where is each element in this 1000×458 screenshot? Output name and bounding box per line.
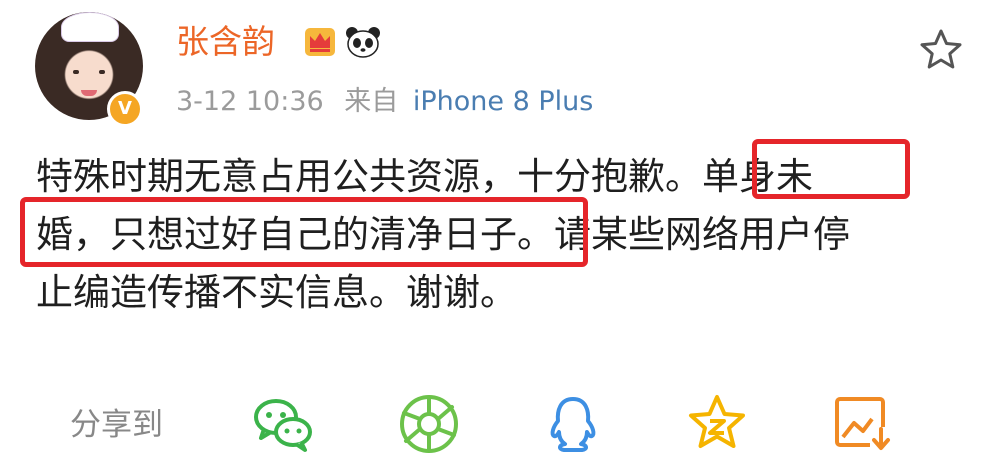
crown-icon [305,28,335,56]
moments-icon[interactable] [398,393,460,455]
avatar-eye-right [99,70,105,74]
save-image-icon[interactable] [832,393,894,455]
cat-hat-decoration [61,12,119,42]
star-icon[interactable] [918,27,964,73]
source-prefix: 来自 [344,86,399,117]
post-line: 止编造传播不实信息。谢谢。 [36,271,517,314]
panda-icon [346,27,380,58]
highlight-box [20,197,588,267]
avatar-eye-left [73,70,79,74]
share-label: 分享到 [70,407,163,443]
verified-badge: V [107,91,143,127]
avatar-mouth [81,90,97,96]
timestamp: 3-12 10:36 [176,86,324,117]
qzone-icon[interactable] [686,393,748,455]
highlight-box [752,139,910,199]
wechat-icon[interactable] [252,393,314,455]
qq-icon[interactable] [542,393,604,455]
source-device[interactable]: iPhone 8 Plus [413,86,593,117]
username[interactable]: 张含韵 [176,20,275,64]
post-meta: 3-12 10:36 来自 iPhone 8 Plus [176,84,593,120]
